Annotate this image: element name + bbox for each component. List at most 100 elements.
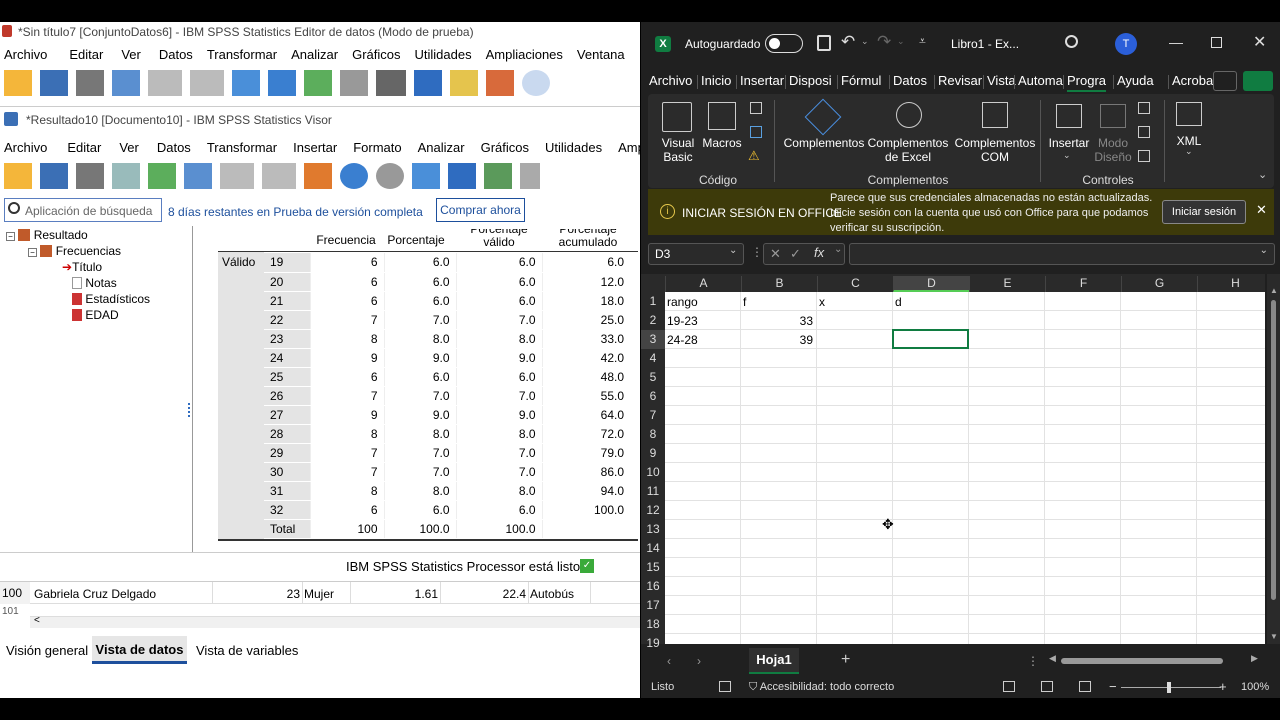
row-header[interactable]: 10 [641,463,665,482]
next-sheet-icon[interactable]: › [697,654,701,668]
search-input[interactable]: Aplicación de búsqueda [25,204,152,218]
chevron-down-icon[interactable]: ⌄ [1063,150,1071,161]
goto-case-icon[interactable] [232,70,260,96]
modo-diseno-button[interactable]: Modo Diseño [1094,136,1132,164]
cell-a2[interactable]: 19-23 [667,314,737,328]
page-break-icon[interactable] [1079,681,1091,692]
tree-estadisticos[interactable]: Estadísticos [6,291,190,307]
tab-automa[interactable]: Automa [1018,73,1063,88]
customize-qat-icon[interactable]: ⩡ [919,34,926,49]
cell-b2[interactable]: 33 [743,314,813,328]
row-header[interactable]: 12 [641,501,665,520]
dialog-recall-icon[interactable] [112,70,140,96]
column-header[interactable]: B [741,276,817,292]
cancel-icon[interactable]: ✕ [770,246,781,262]
row-header[interactable]: 2 [641,311,665,330]
tab-disposi[interactable]: Disposi [789,73,832,88]
split-icon[interactable] [340,70,368,96]
namebox-chevron-icon[interactable]: ⌄ [729,245,737,256]
tab-archivo[interactable]: Archivo [649,73,692,88]
cell-a1[interactable]: rango [667,295,737,309]
menu-graficos[interactable]: Gráficos [346,47,408,62]
redo-dropdown-icon[interactable]: ⌄ [897,36,905,47]
active-cell-selection[interactable] [892,329,969,349]
prev-sheet-icon[interactable]: ‹ [667,654,671,668]
signin-button[interactable]: Iniciar sesión [1162,200,1246,224]
v-more-icon[interactable] [520,163,540,189]
notice-close-icon[interactable]: ✕ [1256,202,1267,218]
undo-dropdown-icon[interactable]: ⌄ [861,36,869,47]
row-header[interactable]: 4 [641,349,665,368]
zoom-thumb[interactable] [1167,682,1171,693]
v-down-icon[interactable] [448,163,476,189]
row-header[interactable]: 5 [641,368,665,387]
macros-button[interactable]: Macros [702,136,742,150]
undo-icon[interactable]: ↶ [841,32,855,52]
variables-icon[interactable] [304,70,332,96]
goto-variable-icon[interactable] [268,70,296,96]
row-header[interactable]: 1 [641,292,665,311]
row-header[interactable]: 8 [641,425,665,444]
macro-record-icon[interactable] [719,681,731,692]
v-print-icon[interactable] [76,163,104,189]
column-header[interactable]: C [817,276,893,292]
scroll-left-icon[interactable]: < [34,615,40,626]
row-header[interactable]: 18 [641,615,665,634]
row-header[interactable]: 3 [641,330,665,349]
find-icon[interactable] [376,70,406,96]
search-box[interactable]: Aplicación de búsqueda [4,198,162,222]
tab-vision-general[interactable]: Visión general [6,643,88,658]
tab-fórmul[interactable]: Fórmul [841,73,881,88]
relative-refs-icon[interactable] [750,126,762,138]
tab-revisar[interactable]: Revisar [938,73,982,88]
tree-titulo[interactable]: ➔Título [6,259,190,275]
v-undo-icon[interactable] [220,163,254,189]
formula-input[interactable]: ⌄ [849,243,1275,265]
save-icon[interactable] [40,70,68,96]
row-header[interactable]: 15 [641,558,665,577]
row-header[interactable]: 11 [641,482,665,501]
tab-ayuda[interactable]: Ayuda [1117,73,1154,88]
vmenu-utilidades[interactable]: Utilidades [537,140,610,155]
properties-icon[interactable] [1138,102,1150,114]
complementos-button[interactable]: Complementos [782,136,866,150]
cell-c1[interactable]: x [819,295,889,309]
file-title[interactable]: Libro1 - Ex... [951,37,1019,51]
enter-icon[interactable]: ✓ [790,246,801,262]
horizontal-scrollbar[interactable]: < [30,615,640,628]
v-export-icon[interactable] [148,163,176,189]
cells-area[interactable]: rango f x d 19-23 33 24-28 39 [665,292,1265,644]
v-star-icon[interactable] [304,163,332,189]
accessibility-status[interactable]: ⛉ Accesibilidad: todo correcto [749,681,894,694]
v-var-icon[interactable] [376,163,404,189]
macro-security-icon[interactable]: ⚠ [748,148,760,164]
row-header[interactable]: 7 [641,406,665,425]
column-header[interactable]: E [969,276,1045,292]
vmenu-editar[interactable]: Editar [55,140,109,155]
vmenu-transformar[interactable]: Transformar [199,140,285,155]
undo-icon[interactable] [148,70,182,96]
tab-inicio[interactable]: Inicio [701,73,731,88]
menu-archivo[interactable]: Archivo [0,47,55,62]
run-dialog-icon[interactable] [1138,150,1150,162]
row-header[interactable]: 17 [641,596,665,615]
row-header[interactable]: 16 [641,577,665,596]
tab-insertar[interactable]: Insertar [740,73,784,88]
page-layout-icon[interactable] [1041,681,1053,692]
buy-now-button[interactable]: Comprar ahora [436,198,525,222]
tab-progra[interactable]: Progra [1067,73,1107,92]
minimize-icon[interactable]: — [1169,34,1183,50]
row-header[interactable]: 14 [641,539,665,558]
menu-analizar[interactable]: Analizar [285,47,346,62]
menu-ver[interactable]: Ver [111,47,149,62]
save-icon[interactable] [817,35,831,51]
vmenu-datos[interactable]: Datos [147,140,199,155]
maximize-icon[interactable] [1211,37,1222,48]
v-goto-icon[interactable] [340,163,368,189]
tree-frecuencias[interactable]: − Frecuencias [6,243,190,259]
tab-vista-variables[interactable]: Vista de variables [196,643,298,658]
vmenu-ver[interactable]: Ver [109,140,147,155]
tab-vista[interactable]: Vista [987,73,1016,88]
tab-datos[interactable]: Datos [893,73,927,88]
splitter-handle[interactable] [188,403,192,417]
